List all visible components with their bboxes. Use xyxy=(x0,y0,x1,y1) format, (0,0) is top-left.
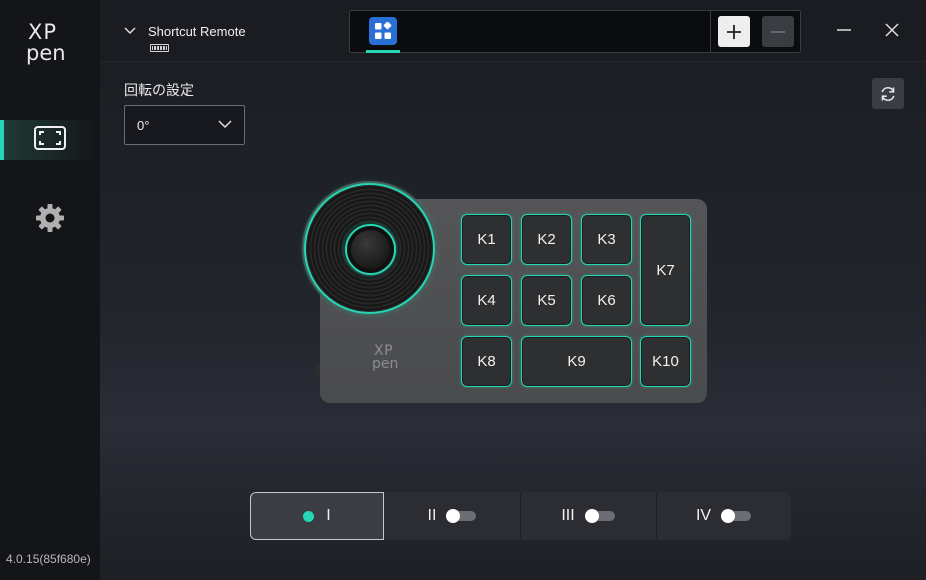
key-k7[interactable]: K7 xyxy=(640,214,691,326)
dial-center-button[interactable] xyxy=(345,224,396,275)
profile-switcher: I II III IV xyxy=(250,492,791,540)
remove-app-button[interactable] xyxy=(762,16,794,47)
xppen-logo: XP pen xyxy=(26,22,74,66)
logo-xp-text: XP xyxy=(28,20,58,44)
profile-tab-3[interactable]: III xyxy=(520,492,656,540)
profile-toggle[interactable] xyxy=(584,509,615,523)
rotation-value: 0° xyxy=(137,117,150,133)
rotation-select[interactable]: 0° xyxy=(124,105,245,145)
minus-icon xyxy=(771,30,785,33)
refresh-icon xyxy=(881,86,895,101)
key-k4[interactable]: K4 xyxy=(461,275,512,326)
sidebar: XP pen 4.0.15(85f680e) xyxy=(0,0,100,580)
minimize-button[interactable] xyxy=(832,18,856,42)
profile-label: IV xyxy=(695,507,712,524)
minimize-icon xyxy=(837,29,851,31)
close-icon xyxy=(885,23,899,37)
sidebar-item-device[interactable] xyxy=(0,120,100,160)
chevron-down-icon xyxy=(218,120,232,129)
close-button[interactable] xyxy=(880,18,904,42)
logo-pen-text: pen xyxy=(26,41,66,65)
active-tab-indicator xyxy=(366,50,400,53)
apps-grid-icon xyxy=(369,17,397,45)
key-k6[interactable]: K6 xyxy=(581,275,632,326)
plus-icon xyxy=(727,24,741,39)
add-app-button[interactable] xyxy=(718,16,750,47)
profile-tab-2[interactable]: II xyxy=(384,492,520,540)
key-k2[interactable]: K2 xyxy=(521,214,572,265)
profile-toggle[interactable] xyxy=(721,509,752,523)
profile-tab-4[interactable]: IV xyxy=(656,492,791,540)
battery-icon xyxy=(150,44,169,52)
key-k3[interactable]: K3 xyxy=(581,214,632,265)
divider xyxy=(710,11,711,52)
version-label: 4.0.15(85f680e) xyxy=(6,552,91,566)
device-side-switch xyxy=(316,363,320,377)
profile-tab-1[interactable]: I xyxy=(250,492,384,540)
reset-button[interactable] xyxy=(872,78,904,109)
key-k9[interactable]: K9 xyxy=(521,336,632,387)
sidebar-item-settings[interactable] xyxy=(0,200,100,240)
device-selector[interactable]: Shortcut Remote xyxy=(124,22,246,40)
rotation-setting-label: 回転の設定 xyxy=(124,82,194,98)
key-k5[interactable]: K5 xyxy=(521,275,572,326)
key-k1[interactable]: K1 xyxy=(461,214,512,265)
chevron-down-icon xyxy=(124,22,136,40)
profile-toggle[interactable] xyxy=(446,509,477,523)
profile-label: II xyxy=(427,507,437,524)
device-name: Shortcut Remote xyxy=(148,23,246,39)
app-tab-default[interactable] xyxy=(366,16,400,53)
key-k8[interactable]: K8 xyxy=(461,336,512,387)
gear-icon xyxy=(34,202,66,239)
profile-label: I xyxy=(326,507,331,524)
active-dot-icon xyxy=(303,510,315,522)
profile-label: III xyxy=(561,507,575,524)
device-logo: XP pen xyxy=(372,344,406,374)
device-logo-pen: pen xyxy=(372,356,399,372)
fullscreen-frame-icon xyxy=(34,125,66,155)
key-k10[interactable]: K10 xyxy=(640,336,691,387)
app-profile-bar xyxy=(349,10,801,53)
